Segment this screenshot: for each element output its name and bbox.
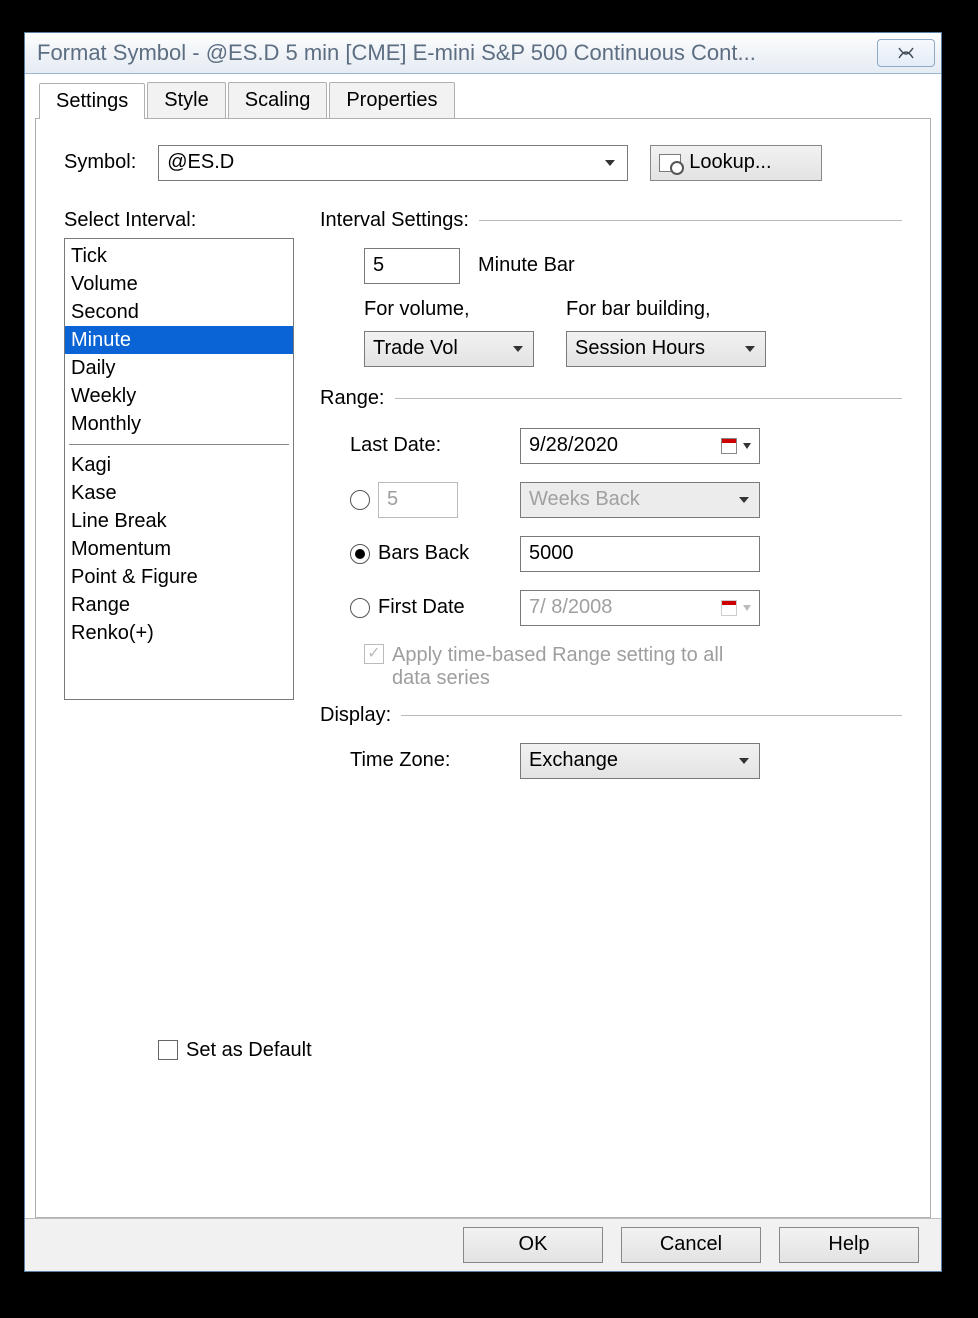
help-label: Help <box>828 1233 869 1256</box>
set-default-label: Set as Default <box>186 1039 312 1062</box>
set-default-row: Set as Default <box>158 1039 312 1062</box>
symbol-value: @ES.D <box>167 151 234 174</box>
timezone-label: Time Zone: <box>350 749 520 772</box>
dialog-window: Format Symbol - @ES.D 5 min [CME] E-mini… <box>24 32 942 1272</box>
last-date-label: Last Date: <box>350 434 520 457</box>
cancel-label: Cancel <box>660 1233 722 1256</box>
tab-settings[interactable]: Settings <box>39 83 145 119</box>
interval-item-tick[interactable]: Tick <box>65 242 293 270</box>
ok-button[interactable]: OK <box>463 1227 603 1263</box>
apply-range-label: Apply time-based Range setting to all da… <box>392 644 762 690</box>
interval-item-kase[interactable]: Kase <box>65 479 293 507</box>
tab-style[interactable]: Style <box>147 82 225 118</box>
weeks-back-radio[interactable] <box>350 490 370 510</box>
for-volume-label: For volume, <box>364 298 554 321</box>
interval-item-weekly[interactable]: Weekly <box>65 382 293 410</box>
interval-item-volume[interactable]: Volume <box>65 270 293 298</box>
set-default-checkbox[interactable] <box>158 1040 178 1060</box>
rule <box>401 715 902 716</box>
window-title: Format Symbol - @ES.D 5 min [CME] E-mini… <box>37 40 877 66</box>
volume-dropdown[interactable]: Trade Vol <box>364 331 534 367</box>
first-date-value: 7/ 8/2008 <box>529 596 612 619</box>
tab-strip: Settings Style Scaling Properties <box>39 82 931 118</box>
first-date-radio[interactable] <box>350 598 370 618</box>
display-header: Display: <box>320 704 391 727</box>
bar-size-input[interactable]: 5 <box>364 248 460 284</box>
lookup-icon <box>659 154 681 172</box>
weeks-back-value: 5 <box>387 488 398 511</box>
symbol-label: Symbol: <box>64 151 136 174</box>
bar-size-suffix: Minute Bar <box>478 254 575 277</box>
range-header: Range: <box>320 387 385 410</box>
interval-panel: Select Interval: Tick Volume Second Minu… <box>64 209 294 779</box>
interval-item-momentum[interactable]: Momentum <box>65 535 293 563</box>
tab-properties[interactable]: Properties <box>329 82 454 118</box>
calendar-icon <box>721 600 737 616</box>
bars-back-input[interactable]: 5000 <box>520 536 760 572</box>
interval-item-range[interactable]: Range <box>65 591 293 619</box>
weeks-back-dropdown: Weeks Back <box>520 482 760 518</box>
help-button[interactable]: Help <box>779 1227 919 1263</box>
timezone-value: Exchange <box>529 749 618 772</box>
titlebar: Format Symbol - @ES.D 5 min [CME] E-mini… <box>25 33 941 74</box>
lookup-button[interactable]: Lookup... <box>650 145 822 181</box>
last-date-picker[interactable]: 9/28/2020 <box>520 428 760 464</box>
interval-item-monthly[interactable]: Monthly <box>65 410 293 438</box>
first-date-picker: 7/ 8/2008 <box>520 590 760 626</box>
ok-label: OK <box>519 1233 548 1256</box>
interval-header: Select Interval: <box>64 209 196 232</box>
cancel-button[interactable]: Cancel <box>621 1227 761 1263</box>
bars-back-radio[interactable] <box>350 544 370 564</box>
interval-item-daily[interactable]: Daily <box>65 354 293 382</box>
weeks-back-input: 5 <box>378 482 458 518</box>
bars-back-value: 5000 <box>529 542 574 565</box>
bars-back-label: Bars Back <box>378 542 469 565</box>
volume-dd-value: Trade Vol <box>373 337 458 360</box>
first-date-label: First Date <box>378 596 465 619</box>
close-button[interactable] <box>877 39 935 67</box>
main-columns: Select Interval: Tick Volume Second Minu… <box>64 209 902 779</box>
rule <box>395 398 903 399</box>
interval-item-minute[interactable]: Minute <box>65 326 293 354</box>
dialog-footer: OK Cancel Help <box>25 1218 941 1271</box>
bar-build-dropdown[interactable]: Session Hours <box>566 331 766 367</box>
close-icon <box>897 47 915 59</box>
rule <box>479 220 902 221</box>
apply-range-checkbox <box>364 644 384 664</box>
interval-item-renko[interactable]: Renko(+) <box>65 619 293 647</box>
chevron-down-icon <box>743 605 751 611</box>
weeks-back-dd-label: Weeks Back <box>529 488 640 511</box>
bar-size-value: 5 <box>373 254 384 277</box>
last-date-value: 9/28/2020 <box>529 434 618 457</box>
lookup-label: Lookup... <box>689 151 771 174</box>
chevron-down-icon <box>743 443 751 449</box>
interval-listbox[interactable]: Tick Volume Second Minute Daily Weekly M… <box>64 238 294 700</box>
interval-settings-header: Interval Settings: <box>320 209 469 232</box>
tabpage-settings: Symbol: @ES.D Lookup... Select Interval: <box>35 118 931 1218</box>
calendar-icon <box>721 438 737 454</box>
timezone-dropdown[interactable]: Exchange <box>520 743 760 779</box>
tab-scaling[interactable]: Scaling <box>228 82 328 118</box>
dialog-body: Settings Style Scaling Properties Symbol… <box>25 74 941 1218</box>
symbol-combobox[interactable]: @ES.D <box>158 145 628 181</box>
for-bar-label: For bar building, <box>566 298 776 321</box>
interval-item-kagi[interactable]: Kagi <box>65 451 293 479</box>
interval-divider <box>69 444 289 445</box>
interval-item-pnf[interactable]: Point & Figure <box>65 563 293 591</box>
interval-item-second[interactable]: Second <box>65 298 293 326</box>
bar-build-dd-value: Session Hours <box>575 337 705 360</box>
settings-panel: Interval Settings: 5 Minute Bar For volu… <box>320 209 902 779</box>
interval-item-linebreak[interactable]: Line Break <box>65 507 293 535</box>
